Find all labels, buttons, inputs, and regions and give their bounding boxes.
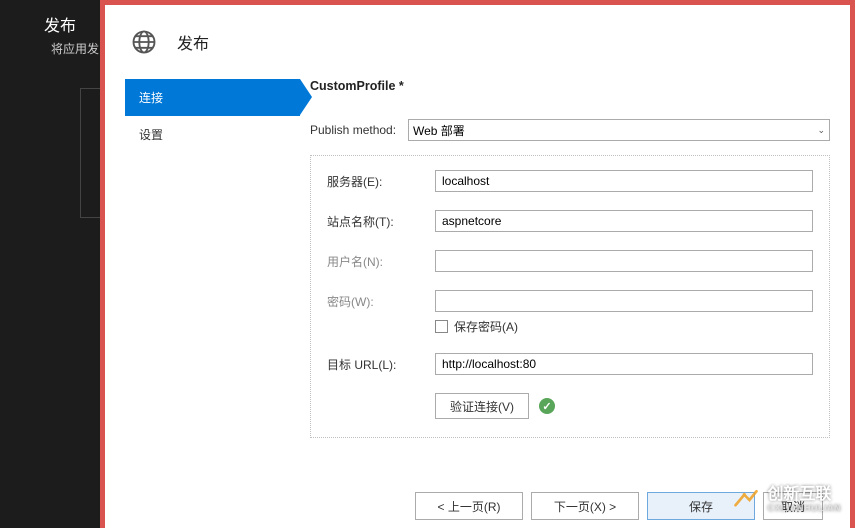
chevron-down-icon: ⌄ bbox=[817, 125, 825, 136]
dialog-header: 发布 bbox=[105, 5, 850, 75]
nav-item-label: 设置 bbox=[139, 128, 163, 142]
username-input[interactable] bbox=[435, 250, 813, 272]
publish-dialog: 发布 连接 设置 CustomProfile * Publish method:… bbox=[100, 0, 855, 528]
save-password-checkbox[interactable] bbox=[435, 320, 448, 333]
password-label: 密码(W): bbox=[327, 293, 435, 310]
dialog-title: 发布 bbox=[177, 30, 209, 54]
dest-url-label: 目标 URL(L): bbox=[327, 356, 435, 373]
password-input[interactable] bbox=[435, 290, 813, 312]
nav-item-label: 连接 bbox=[139, 91, 163, 105]
validate-connection-button[interactable]: 验证连接(V) bbox=[435, 393, 529, 419]
brand-name: 创新互联 CXLIANHULIAN bbox=[768, 487, 842, 513]
site-input[interactable] bbox=[435, 210, 813, 232]
server-input[interactable] bbox=[435, 170, 813, 192]
prev-button[interactable]: < 上一页(R) bbox=[415, 492, 523, 520]
form-area: CustomProfile * Publish method: Web 部署 ⌄… bbox=[300, 75, 830, 480]
publish-method-select[interactable]: Web 部署 ⌄ bbox=[408, 119, 830, 141]
dialog-nav: 连接 设置 bbox=[125, 75, 300, 480]
nav-item-settings[interactable]: 设置 bbox=[125, 116, 300, 153]
site-label: 站点名称(T): bbox=[327, 213, 435, 230]
brand-logo-icon bbox=[732, 486, 760, 514]
page-subtitle: 将应用发 bbox=[51, 40, 99, 57]
profile-name: CustomProfile * bbox=[310, 79, 830, 93]
globe-icon bbox=[129, 27, 159, 57]
username-label: 用户名(N): bbox=[327, 253, 435, 270]
connection-group: 服务器(E): 站点名称(T): 用户名(N): 密码(W): bbox=[310, 155, 830, 438]
next-button[interactable]: 下一页(X) > bbox=[531, 492, 639, 520]
dest-url-input[interactable] bbox=[435, 353, 813, 375]
publish-method-value: Web 部署 bbox=[413, 122, 465, 139]
nav-item-connect[interactable]: 连接 bbox=[125, 79, 300, 116]
check-ok-icon: ✓ bbox=[539, 398, 555, 414]
save-password-label: 保存密码(A) bbox=[454, 318, 518, 335]
server-label: 服务器(E): bbox=[327, 173, 435, 190]
watermark: 创新互联 CXLIANHULIAN bbox=[732, 486, 842, 514]
publish-method-label: Publish method: bbox=[310, 123, 408, 137]
page-title: 发布 bbox=[44, 12, 76, 36]
